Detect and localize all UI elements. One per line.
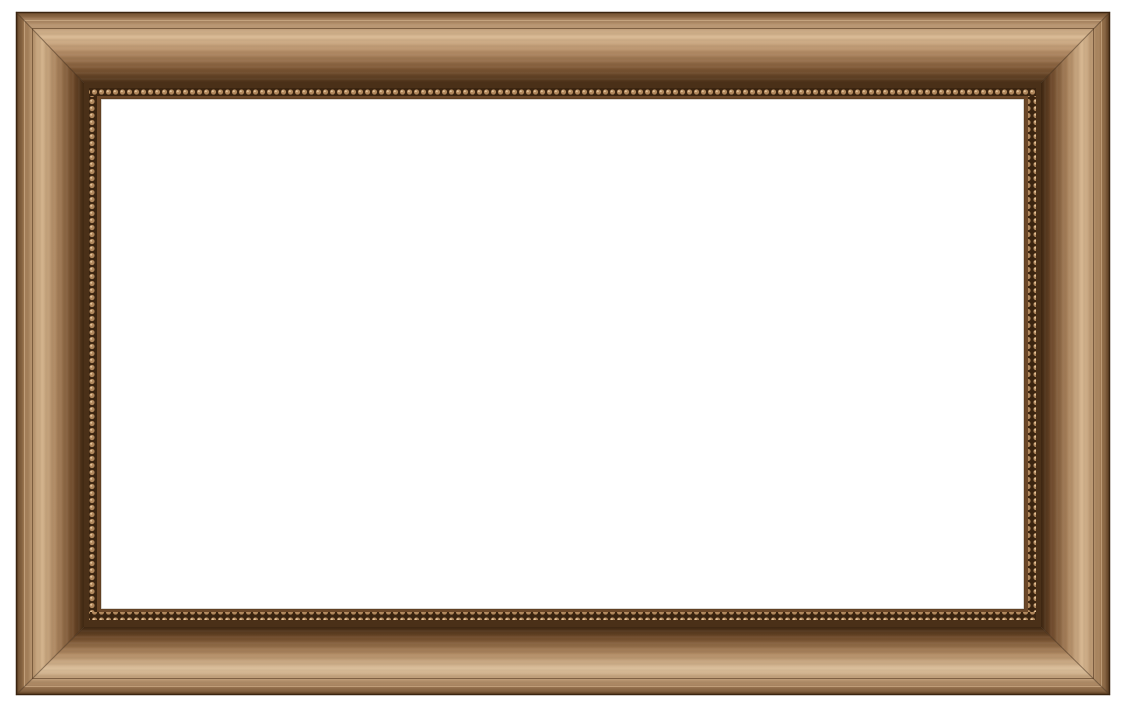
picture-frame — [15, 11, 1111, 696]
frame-opening — [101, 99, 1024, 609]
bottom-bead-row — [89, 612, 1036, 620]
top-bead-row — [89, 88, 1036, 96]
right-bead-row — [1028, 96, 1036, 612]
left-bead-row — [89, 96, 97, 612]
